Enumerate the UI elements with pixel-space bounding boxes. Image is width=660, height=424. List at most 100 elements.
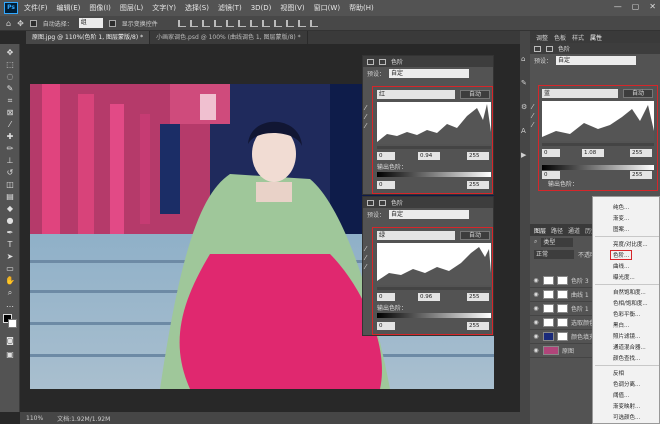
frame-icon[interactable]: ⊠ <box>4 108 16 117</box>
menu-item-curves[interactable]: 曲线... <box>613 262 629 270</box>
tab-properties[interactable]: 属性 <box>590 33 602 42</box>
quick-mask-icon[interactable]: ◙ <box>4 336 16 345</box>
dodge-icon[interactable]: ● <box>4 216 16 225</box>
zoom-icon[interactable]: ⌕ <box>4 288 16 297</box>
eraser-icon[interactable]: ◫ <box>4 180 16 189</box>
auto-select-checkbox[interactable] <box>29 19 37 27</box>
output-black-field[interactable]: 0 <box>377 322 395 330</box>
gradient-icon[interactable]: ▤ <box>4 192 16 201</box>
white-eyedropper-icon[interactable]: ⁄ <box>365 122 373 131</box>
crop-icon[interactable]: ⌗ <box>4 96 16 105</box>
home-icon[interactable]: ⌂ <box>6 19 11 28</box>
move-icon[interactable]: ✥ <box>4 48 16 57</box>
channel-dropdown[interactable]: 绿 <box>377 231 455 240</box>
align-icon[interactable] <box>213 19 222 27</box>
quick-select-icon[interactable]: ✎ <box>4 84 16 93</box>
background-color-swatch[interactable] <box>8 319 17 328</box>
menu-item-color-balance[interactable]: 色彩平衡... <box>613 310 640 318</box>
tab-psd[interactable]: 小画家调色.psd @ 100% (曲线调色 1, 图层蒙版/8) * <box>150 31 308 44</box>
menu-edit[interactable]: 编辑(E) <box>57 3 81 13</box>
character-panel-icon[interactable]: A <box>521 127 526 135</box>
menu-item-black-white[interactable]: 黑白... <box>613 321 629 329</box>
visibility-icon[interactable]: ◉ <box>532 333 540 340</box>
input-white-field[interactable]: 255 <box>467 152 489 160</box>
tab-adjustments[interactable]: 调整 <box>536 33 548 42</box>
maximize-button[interactable]: ▢ <box>632 2 640 11</box>
black-eyedropper-icon[interactable]: ⁄ <box>532 103 540 112</box>
input-slider-track[interactable] <box>377 146 491 149</box>
zoom-level[interactable]: 110% <box>26 415 43 422</box>
channel-dropdown[interactable]: 蓝 <box>542 89 618 98</box>
input-slider-track[interactable] <box>377 287 491 290</box>
auto-select-dropdown[interactable]: 组 <box>78 18 103 28</box>
input-black-field[interactable]: 0 <box>377 293 395 301</box>
pen-icon[interactable]: ✒ <box>4 228 16 237</box>
eyedropper-icon[interactable]: ⁄ <box>4 120 16 129</box>
black-eyedropper-icon[interactable]: ⁄ <box>365 245 373 254</box>
output-black-field[interactable]: 0 <box>542 171 560 179</box>
tab-original[interactable]: 原图.jpg @ 110%(色阶 1, 图层蒙版/8) * <box>26 31 151 44</box>
align-icon[interactable] <box>201 19 210 27</box>
visibility-icon[interactable]: ◉ <box>532 305 540 312</box>
tab-channels[interactable]: 通道 <box>568 226 580 235</box>
menu-help[interactable]: 帮助(H) <box>349 3 374 13</box>
stamp-icon[interactable]: ⊥ <box>4 156 16 165</box>
align-icon[interactable] <box>261 19 270 27</box>
input-white-field[interactable]: 255 <box>630 149 652 157</box>
actions-panel-icon[interactable]: ▶ <box>521 151 526 159</box>
output-gradient[interactable] <box>377 313 491 318</box>
tab-layers[interactable]: 图层 <box>534 226 546 235</box>
tab-styles[interactable]: 样式 <box>572 33 584 42</box>
preset-dropdown[interactable]: 自定 <box>389 68 470 78</box>
menu-3d[interactable]: 3D(D) <box>251 4 272 12</box>
visibility-icon[interactable]: ◉ <box>532 319 540 326</box>
output-gradient[interactable] <box>542 165 654 170</box>
menu-item-brightness-contrast[interactable]: 亮度/对比度... <box>613 240 648 248</box>
auto-button[interactable]: 自动 <box>460 231 490 240</box>
gray-eyedropper-icon[interactable]: ⁄ <box>532 112 540 121</box>
history-panel-icon[interactable]: ⌂ <box>521 55 525 63</box>
auto-button[interactable]: 自动 <box>460 90 490 99</box>
tool-presets-icon[interactable]: ⚙ <box>521 103 527 111</box>
menu-item-exposure[interactable]: 曝光度... <box>613 273 635 281</box>
output-black-field[interactable]: 0 <box>377 181 395 189</box>
preset-dropdown[interactable]: 自定 <box>389 209 470 219</box>
menu-filter[interactable]: 滤镜(T) <box>218 3 242 13</box>
gray-eyedropper-icon[interactable]: ⁄ <box>365 113 373 122</box>
menu-item-levels[interactable]: 色阶... <box>609 250 633 260</box>
hand-icon[interactable]: ✋ <box>4 276 16 285</box>
tab-swatches[interactable]: 色板 <box>554 33 566 42</box>
menu-item-selective-color[interactable]: 可选颜色... <box>613 413 640 421</box>
align-icon[interactable] <box>273 19 282 27</box>
path-select-icon[interactable]: ➤ <box>4 252 16 261</box>
move-tool-icon[interactable]: ✥ <box>17 19 24 28</box>
align-icon[interactable] <box>189 19 198 27</box>
align-icon[interactable] <box>237 19 246 27</box>
menu-file[interactable]: 文件(F) <box>24 3 48 13</box>
input-gamma-field[interactable]: 0.94 <box>418 152 440 160</box>
tab-paths[interactable]: 路径 <box>551 226 563 235</box>
menu-item-invert[interactable]: 反相 <box>613 369 624 377</box>
menu-item-vibrance[interactable]: 自然饱和度... <box>613 288 646 296</box>
input-white-field[interactable]: 255 <box>467 293 489 301</box>
input-slider-track[interactable] <box>542 143 654 146</box>
menu-image[interactable]: 图像(I) <box>89 3 111 13</box>
output-white-field[interactable]: 255 <box>467 181 489 189</box>
align-icon[interactable] <box>309 19 318 27</box>
more-tools-icon[interactable]: … <box>4 300 16 309</box>
input-gamma-field[interactable]: 0.96 <box>418 293 440 301</box>
align-icon[interactable] <box>177 19 186 27</box>
menu-item-gradient-map[interactable]: 渐变映射... <box>613 402 640 410</box>
menu-window[interactable]: 窗口(W) <box>314 3 340 13</box>
input-black-field[interactable]: 0 <box>377 152 395 160</box>
output-white-field[interactable]: 255 <box>467 322 489 330</box>
menu-item-pattern[interactable]: 图案... <box>613 225 629 233</box>
menu-item-color-lookup[interactable]: 颜色查找... <box>613 354 640 362</box>
gray-eyedropper-icon[interactable]: ⁄ <box>365 254 373 263</box>
blend-mode-dropdown[interactable]: 正常 <box>534 249 574 259</box>
channel-dropdown[interactable]: 红 <box>377 90 455 99</box>
close-button[interactable]: ✕ <box>649 2 656 11</box>
lasso-icon[interactable]: ◌ <box>4 72 16 81</box>
menu-type[interactable]: 文字(Y) <box>152 3 176 13</box>
menu-item-hue-saturation[interactable]: 色相/饱和度... <box>613 299 648 307</box>
